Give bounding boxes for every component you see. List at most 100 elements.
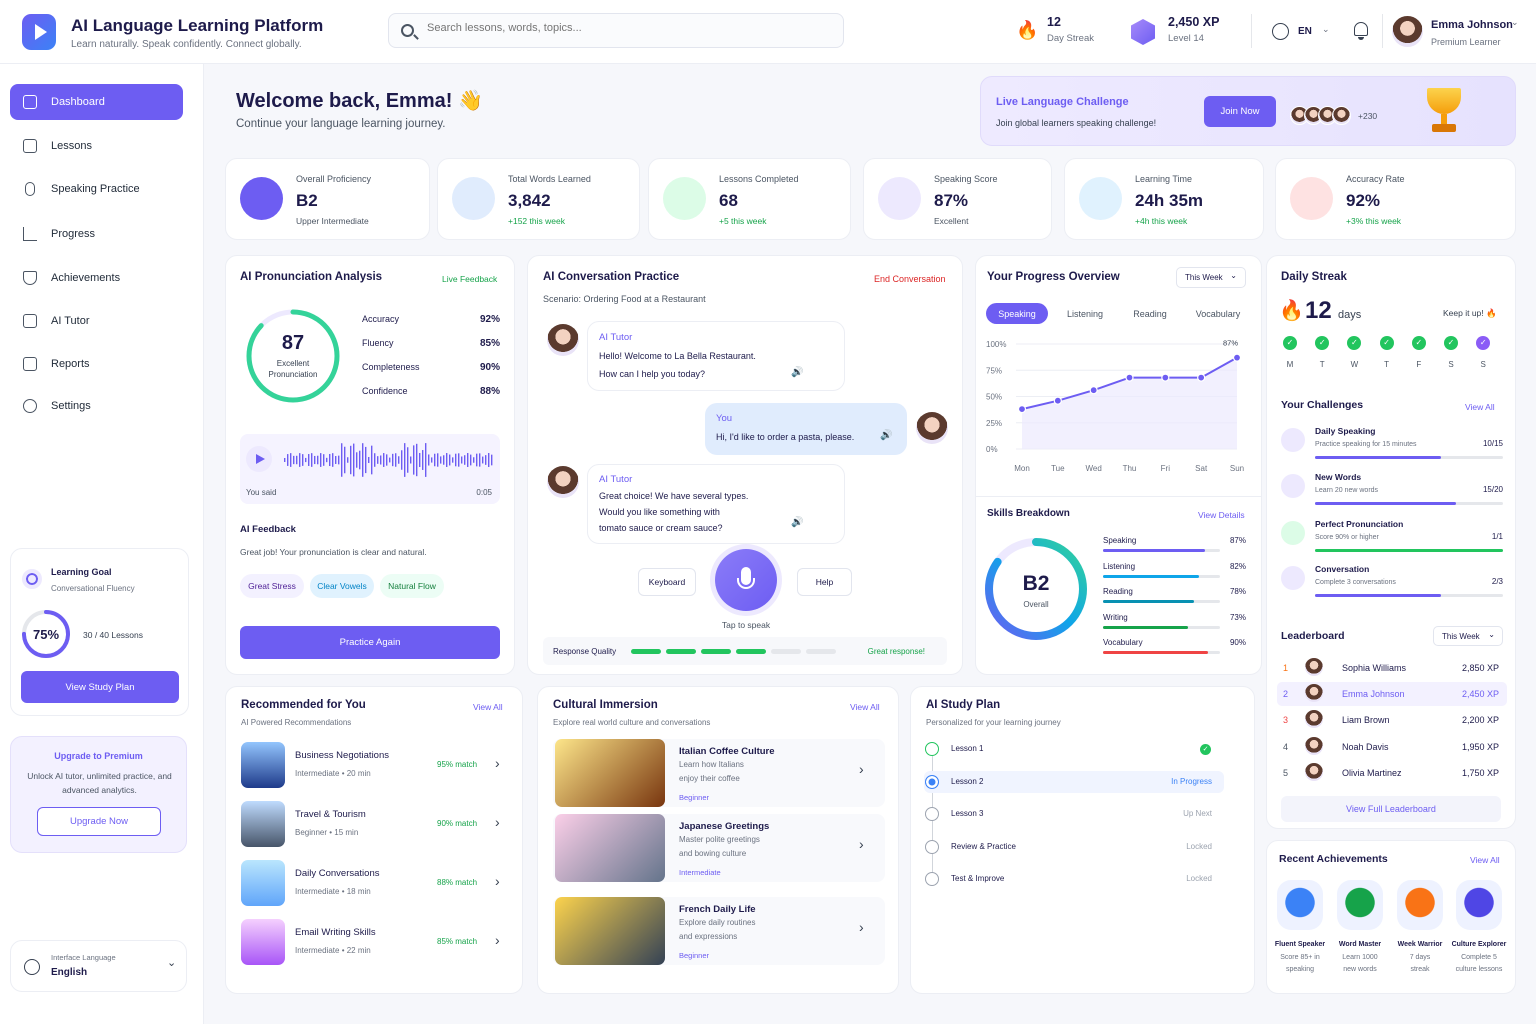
data-point[interactable] <box>1089 386 1098 395</box>
study-plan-step[interactable]: Lesson 3 Up Next <box>924 803 1224 825</box>
chevron-down-icon[interactable]: ⌄ <box>1511 17 1519 28</box>
language-selector[interactable]: EN ⌄ <box>1272 22 1332 42</box>
range-dropdown[interactable]: This Week ⌄ <box>1176 267 1246 288</box>
user-avatar[interactable] <box>1392 16 1423 47</box>
data-point[interactable] <box>1161 373 1170 382</box>
leaderboard-row[interactable]: 3 Liam Brown 2,200 XP <box>1277 708 1507 732</box>
achievement-badge[interactable]: Week Warrior 7 days streak <box>1390 880 1450 976</box>
achievement-badge[interactable]: Culture Explorer Complete 5 culture lesson… <box>1449 880 1509 976</box>
sidebar-item-ai-tutor[interactable]: AI Tutor <box>10 303 183 339</box>
leaderboard-range-dropdown[interactable]: This Week ⌄ <box>1433 626 1503 646</box>
data-point[interactable] <box>1017 404 1027 414</box>
study-plan-step[interactable]: Review & Practice Locked <box>924 836 1224 858</box>
sidebar-item-achievements[interactable]: Achievements <box>10 260 183 296</box>
interface-language-selector[interactable]: Interface Language English ⌄ <box>10 940 187 992</box>
recommended-item[interactable]: Email Writing Skills Intermediate • 22 mi… <box>240 919 510 967</box>
help-button[interactable]: Help <box>797 568 852 596</box>
day-label: M <box>1286 360 1294 369</box>
kpi-value: 24h 35m <box>1135 191 1204 210</box>
challenge-row[interactable]: Perfect Pronunciation Score 90% or higher… <box>1281 517 1503 557</box>
join-now-button[interactable]: Join Now <box>1204 96 1276 127</box>
culture-desc: Learn how Italians <box>679 760 744 769</box>
view-details-link[interactable]: View Details <box>1198 510 1245 520</box>
user-avatar <box>916 412 948 444</box>
view-all-challenges-link[interactable]: View All <box>1465 402 1495 412</box>
recommended-item[interactable]: Travel & Tourism Beginner • 15 min 90% mat… <box>240 801 510 849</box>
sidebar-item-dashboard[interactable]: Dashboard <box>10 84 183 120</box>
view-study-plan-button[interactable]: View Study Plan <box>21 671 179 703</box>
book-icon <box>452 177 495 220</box>
culture-item[interactable]: French Daily Life Explore daily routines a… <box>553 897 885 965</box>
sidebar-item-settings[interactable]: Settings <box>10 388 183 424</box>
sidebar-item-label: Speaking Practice <box>51 183 140 195</box>
study-plan-step[interactable]: Test & Improve Locked <box>924 868 1224 890</box>
leaderboard-rank: 1 <box>1283 663 1289 673</box>
feedback-tag: Natural Flow <box>380 574 444 598</box>
kpi-lessons-completed[interactable]: Lessons Completed 68 +5 this week <box>648 158 851 240</box>
leaderboard-rank: 2 <box>1283 689 1289 699</box>
speaker-icon[interactable]: 🔊 <box>791 364 803 382</box>
sidebar-item-speaking-practice[interactable]: Speaking Practice <box>10 171 183 207</box>
challenge-row[interactable]: Daily Speaking Practice speaking for 15 m… <box>1281 424 1503 464</box>
culture-item[interactable]: Japanese Greetings Master polite greeting… <box>553 814 885 882</box>
speaker-icon[interactable]: 🔊 <box>880 427 892 445</box>
audio-duration: 0:05 <box>476 488 492 497</box>
view-all-link[interactable]: View All <box>473 702 503 712</box>
tab-listening[interactable]: Listening <box>1056 303 1114 324</box>
lesson-thumbnail <box>241 801 285 847</box>
leaderboard-row[interactable]: 4 Noah Davis 1,950 XP <box>1277 735 1507 759</box>
recommended-item[interactable]: Business Negotiations Intermediate • 20 m… <box>240 742 510 790</box>
y-tick-label: 50% <box>986 393 1002 402</box>
keyboard-button[interactable]: Keyboard <box>638 568 696 596</box>
sidebar-item-progress[interactable]: Progress <box>10 216 183 252</box>
data-point[interactable] <box>1053 396 1062 405</box>
kpi-overall-proficiency[interactable]: Overall Proficiency B2 Upper Intermediat… <box>225 158 430 240</box>
bell-icon[interactable] <box>1352 21 1370 41</box>
play-button[interactable] <box>246 446 272 472</box>
skill-bar-track <box>1103 651 1220 654</box>
achievement-badge[interactable]: Fluent Speaker Score 85+ in speaking <box>1270 880 1330 976</box>
study-plan-step[interactable]: Lesson 1 ✓ <box>924 738 1224 760</box>
view-all-link[interactable]: View All <box>850 702 880 712</box>
culture-item[interactable]: Italian Coffee Culture Learn how Italians… <box>553 739 885 807</box>
data-point[interactable] <box>1125 373 1134 382</box>
study-plan-step[interactable]: Lesson 2 In Progress <box>924 771 1224 793</box>
kpi-accuracy-rate[interactable]: Accuracy Rate 92% +3% this week <box>1275 158 1516 240</box>
metric-label: Confidence <box>362 386 408 396</box>
waveform-bar <box>326 457 328 463</box>
tab-reading[interactable]: Reading <box>1122 303 1178 324</box>
kpi-learning-time[interactable]: Learning Time 24h 35m +4h this week <box>1064 158 1264 240</box>
search-input[interactable] <box>427 22 827 34</box>
leaderboard-row[interactable]: 2 Emma Johnson 2,450 XP <box>1277 682 1507 706</box>
x-tick-label: Sun <box>1230 464 1244 473</box>
search-bar[interactable] <box>388 13 844 48</box>
sidebar-item-lessons[interactable]: Lessons <box>10 128 183 164</box>
kpi-speaking-score[interactable]: Speaking Score 87% Excellent <box>863 158 1052 240</box>
sidebar-item-reports[interactable]: Reports <box>10 346 183 382</box>
recommended-item[interactable]: Daily Conversations Intermediate • 18 min… <box>240 860 510 908</box>
leaderboard-row[interactable]: 1 Sophia Williams 2,850 XP <box>1277 656 1507 680</box>
speaker-icon[interactable]: 🔊 <box>791 515 803 531</box>
tab-speaking[interactable]: Speaking <box>986 303 1048 324</box>
microphone-button[interactable] <box>715 549 777 611</box>
view-full-leaderboard-button[interactable]: View Full Leaderboard <box>1281 796 1501 822</box>
practice-again-button[interactable]: Practice Again <box>240 626 500 659</box>
waveform-bar <box>323 454 325 466</box>
tab-vocabulary[interactable]: Vocabulary <box>1184 303 1252 324</box>
data-point[interactable] <box>1197 373 1206 382</box>
view-all-link[interactable]: View All <box>1470 855 1500 865</box>
kpi-total-words[interactable]: Total Words Learned 3,842 +152 this week <box>437 158 640 240</box>
data-point[interactable] <box>1232 353 1242 362</box>
challenge-row[interactable]: New Words Learn 20 new words 15/20 <box>1281 470 1503 510</box>
waveform-bar <box>305 457 307 463</box>
user-name[interactable]: Emma Johnson <box>1431 19 1513 31</box>
waveform-bar <box>434 453 436 467</box>
achievement-badge[interactable]: Word Master Learn 1000 new words <box>1330 880 1390 976</box>
waveform-bar <box>452 457 454 463</box>
upgrade-now-button[interactable]: Upgrade Now <box>37 807 161 836</box>
end-conversation-button[interactable]: End Conversation <box>874 274 946 284</box>
app-logo-icon[interactable] <box>22 14 56 50</box>
leaderboard-row[interactable]: 5 Olivia Martinez 1,750 XP <box>1277 761 1507 785</box>
document-icon <box>23 357 37 371</box>
challenge-row[interactable]: Conversation Complete 3 conversations 2/3 <box>1281 562 1503 602</box>
